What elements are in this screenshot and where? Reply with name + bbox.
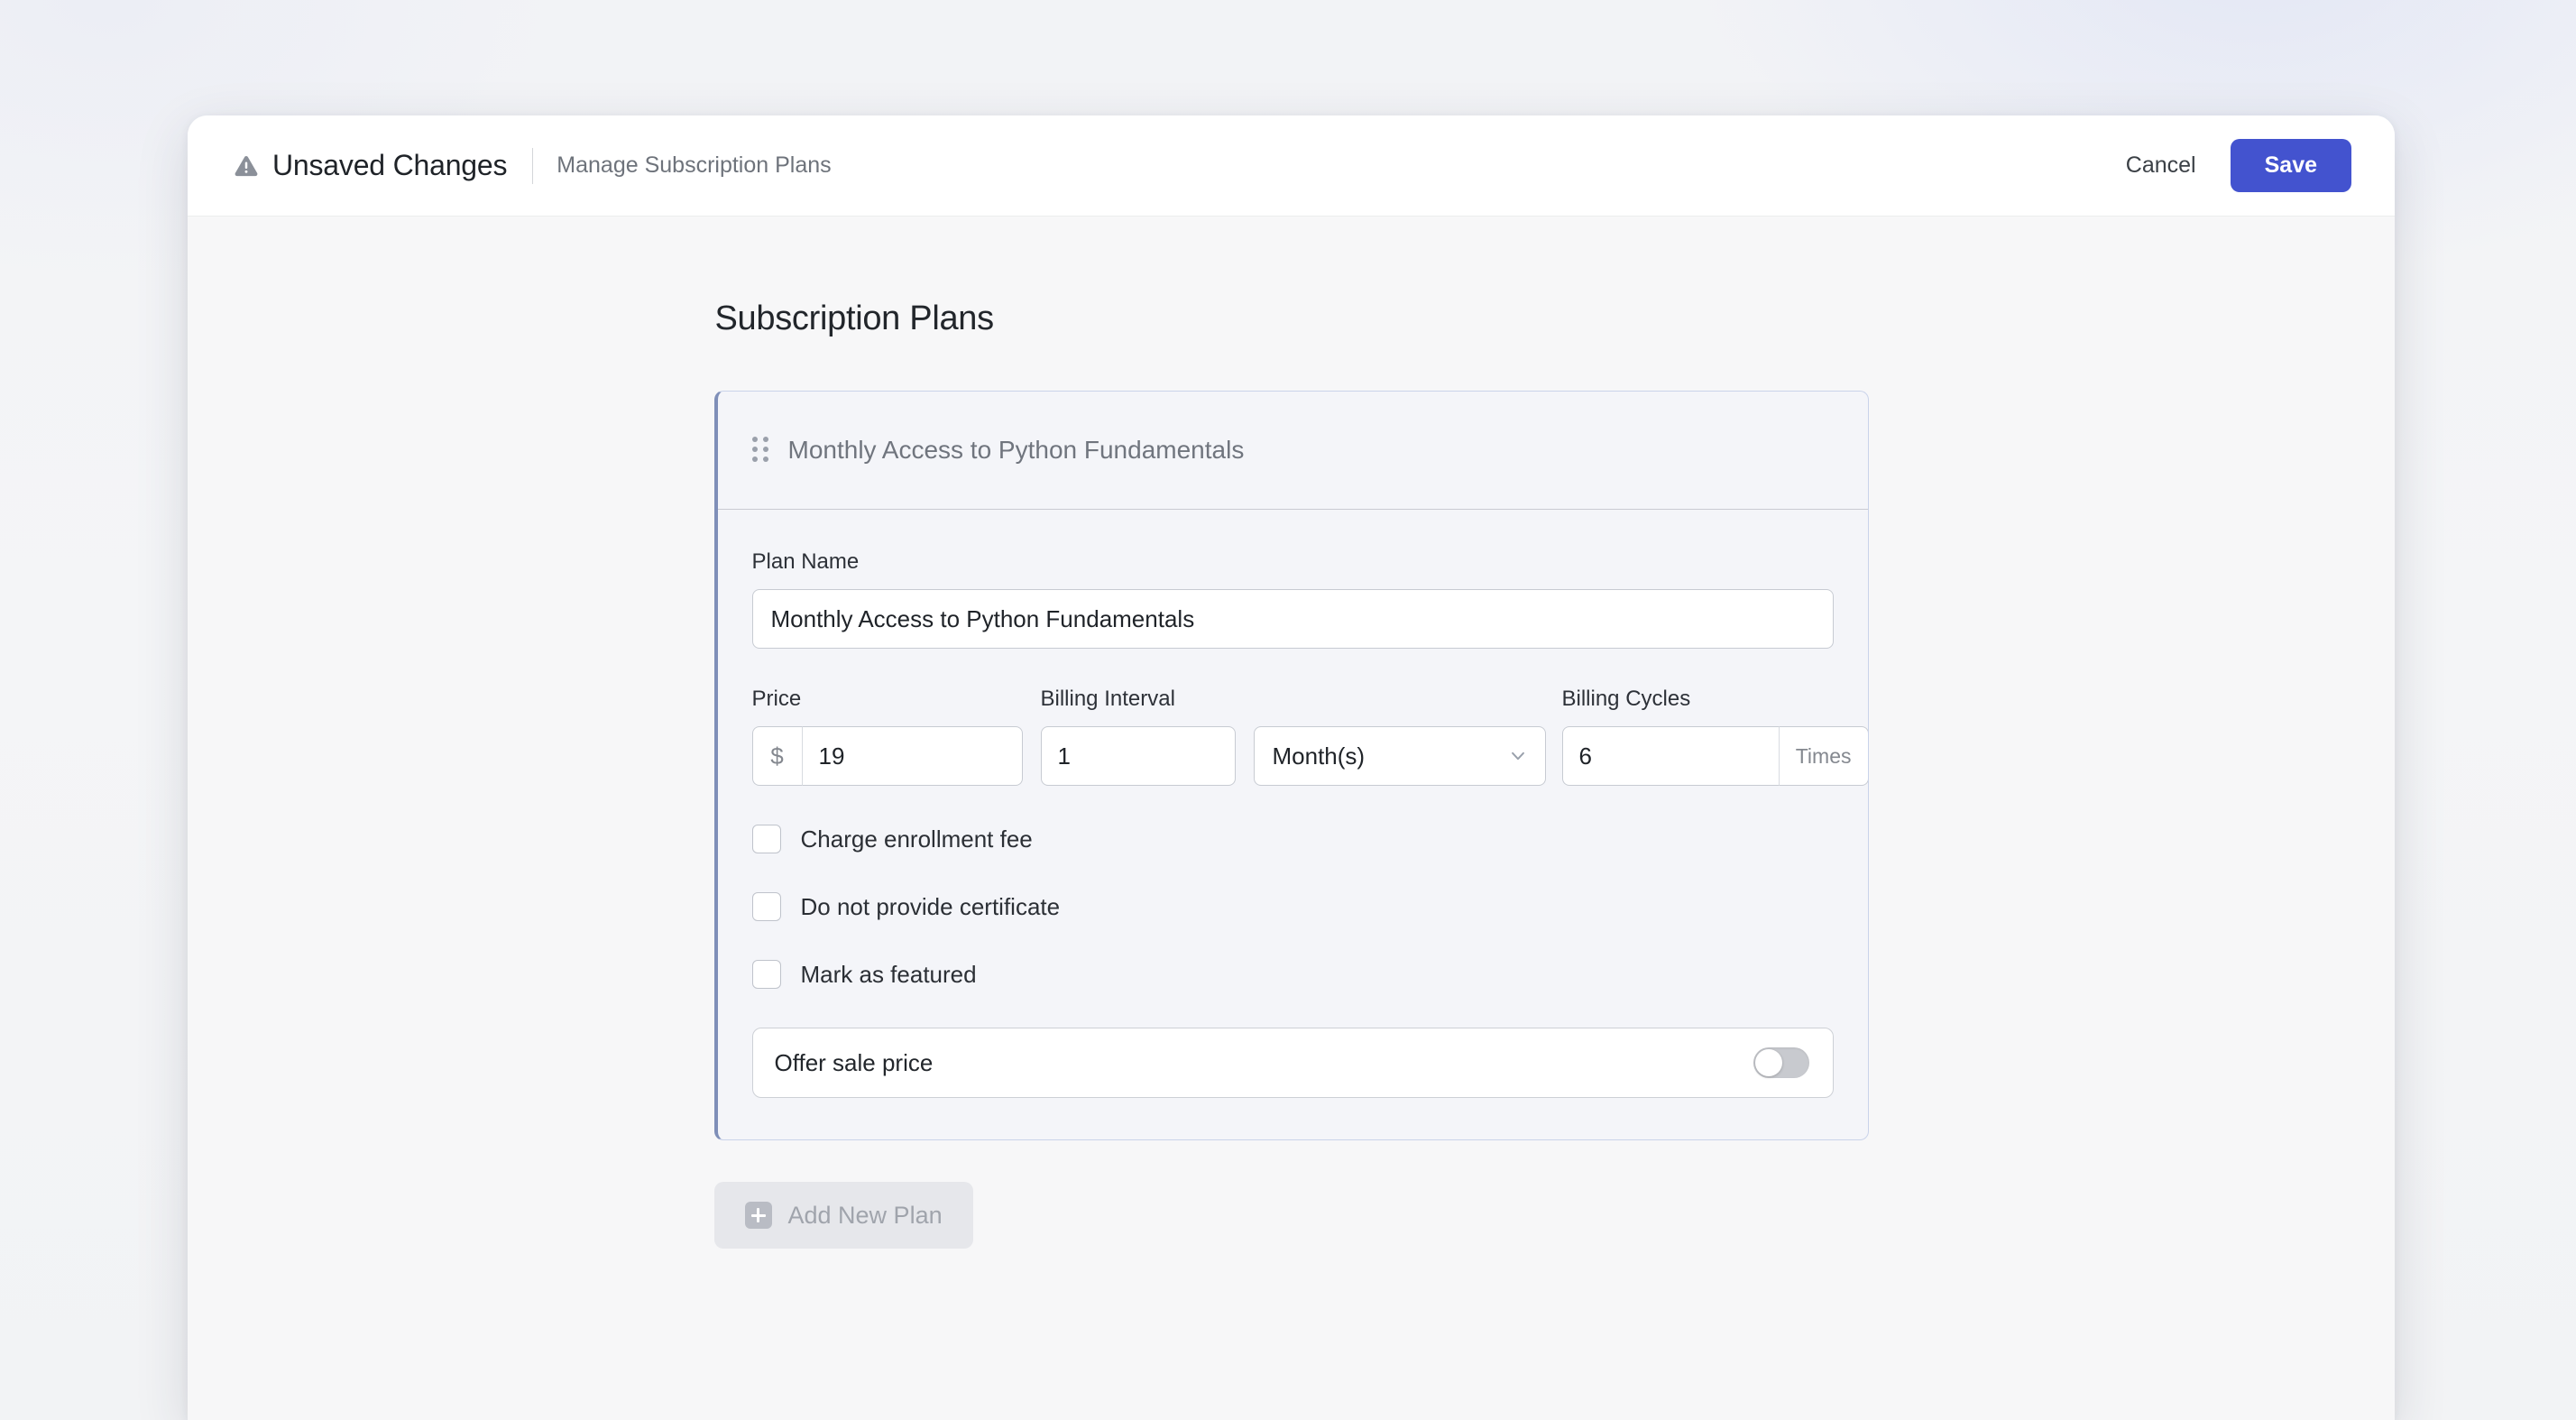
plan-card: Monthly Access to Python Fundamentals Pl…: [713, 391, 1869, 1140]
checkbox-label-do-not-provide-certificate: Do not provide certificate: [800, 892, 1061, 920]
billing-unit-select[interactable]: Month(s): [1253, 726, 1546, 786]
billing-cycles-input[interactable]: [1561, 726, 1779, 786]
add-new-plan-button[interactable]: Add New Plan: [713, 1182, 973, 1249]
billing-cycles-input-group: Times: [1561, 726, 1868, 786]
billing-interval-label: Billing Interval: [1040, 687, 1175, 711]
times-suffix-addon: Times: [1778, 726, 1868, 786]
pricing-fields-row: Price $ Billing Interval Mont: [751, 687, 1868, 786]
drag-handle-icon[interactable]: [751, 437, 768, 464]
add-new-plan-label: Add New Plan: [787, 1201, 943, 1229]
cancel-button[interactable]: Cancel: [2119, 143, 2203, 188]
plan-options-checkbox-list: Charge enrollment fee Do not provide cer…: [751, 820, 1834, 993]
plan-card-header[interactable]: Monthly Access to Python Fundamentals: [717, 392, 1868, 510]
topbar-left-group: Unsaved Changes Manage Subscription Plan…: [233, 147, 2119, 184]
billing-interval-input[interactable]: [1040, 726, 1236, 786]
page-title: Subscription Plans: [714, 300, 995, 337]
billing-cycles-field-group: Billing Cycles Times: [1561, 687, 1868, 786]
billing-cycles-label: Billing Cycles: [1561, 687, 1691, 711]
plan-name-input[interactable]: [751, 589, 1834, 649]
plan-card-header-title: Monthly Access to Python Fundamentals: [787, 436, 1245, 464]
offer-sale-price-toggle[interactable]: [1753, 1047, 1809, 1078]
billing-interval-controls: Month(s): [1040, 726, 1546, 786]
checkbox-do-not-provide-certificate[interactable]: [751, 892, 781, 921]
warning-triangle-icon: [235, 155, 258, 176]
price-input[interactable]: [802, 726, 1023, 786]
billing-unit-select-wrapper: Month(s): [1253, 726, 1546, 786]
breadcrumb: Manage Subscription Plans: [557, 152, 832, 178]
modal-topbar: Unsaved Changes Manage Subscription Plan…: [188, 115, 2395, 217]
offer-sale-price-panel: Offer sale price: [751, 1028, 1834, 1098]
offer-sale-price-label: Offer sale price: [774, 1048, 934, 1076]
checkbox-row-mark-as-featured[interactable]: Mark as featured: [751, 955, 1834, 993]
checkbox-label-mark-as-featured: Mark as featured: [800, 960, 977, 988]
topbar-divider: [532, 147, 534, 184]
checkbox-mark-as-featured[interactable]: [751, 960, 781, 989]
price-label: Price: [751, 687, 802, 711]
billing-interval-field-group: Billing Interval Month(s): [1040, 687, 1546, 786]
toggle-knob: [1754, 1049, 1782, 1076]
content-column: Subscription Plans Monthly Access to Pyt…: [713, 217, 1869, 1249]
modal-body: Subscription Plans Monthly Access to Pyt…: [188, 217, 2395, 1420]
unsaved-changes-title: Unsaved Changes: [272, 149, 508, 181]
plan-name-label: Plan Name: [751, 549, 860, 574]
checkbox-row-charge-enrollment-fee[interactable]: Charge enrollment fee: [751, 820, 1834, 858]
checkbox-label-charge-enrollment-fee: Charge enrollment fee: [800, 825, 1033, 853]
manage-subscription-plans-modal: Unsaved Changes Manage Subscription Plan…: [188, 115, 2395, 1420]
currency-symbol-addon: $: [751, 726, 803, 786]
checkbox-row-do-not-provide-certificate[interactable]: Do not provide certificate: [751, 888, 1834, 926]
price-input-group: $: [751, 726, 1023, 786]
save-button[interactable]: Save: [2230, 138, 2351, 193]
price-field-group: Price $: [751, 687, 1023, 786]
plus-icon: [744, 1202, 772, 1229]
plan-card-body: Plan Name Price $ Billing Interval: [718, 510, 1868, 1139]
topbar-actions: Cancel Save: [2119, 138, 2351, 193]
checkbox-charge-enrollment-fee[interactable]: [751, 825, 781, 853]
